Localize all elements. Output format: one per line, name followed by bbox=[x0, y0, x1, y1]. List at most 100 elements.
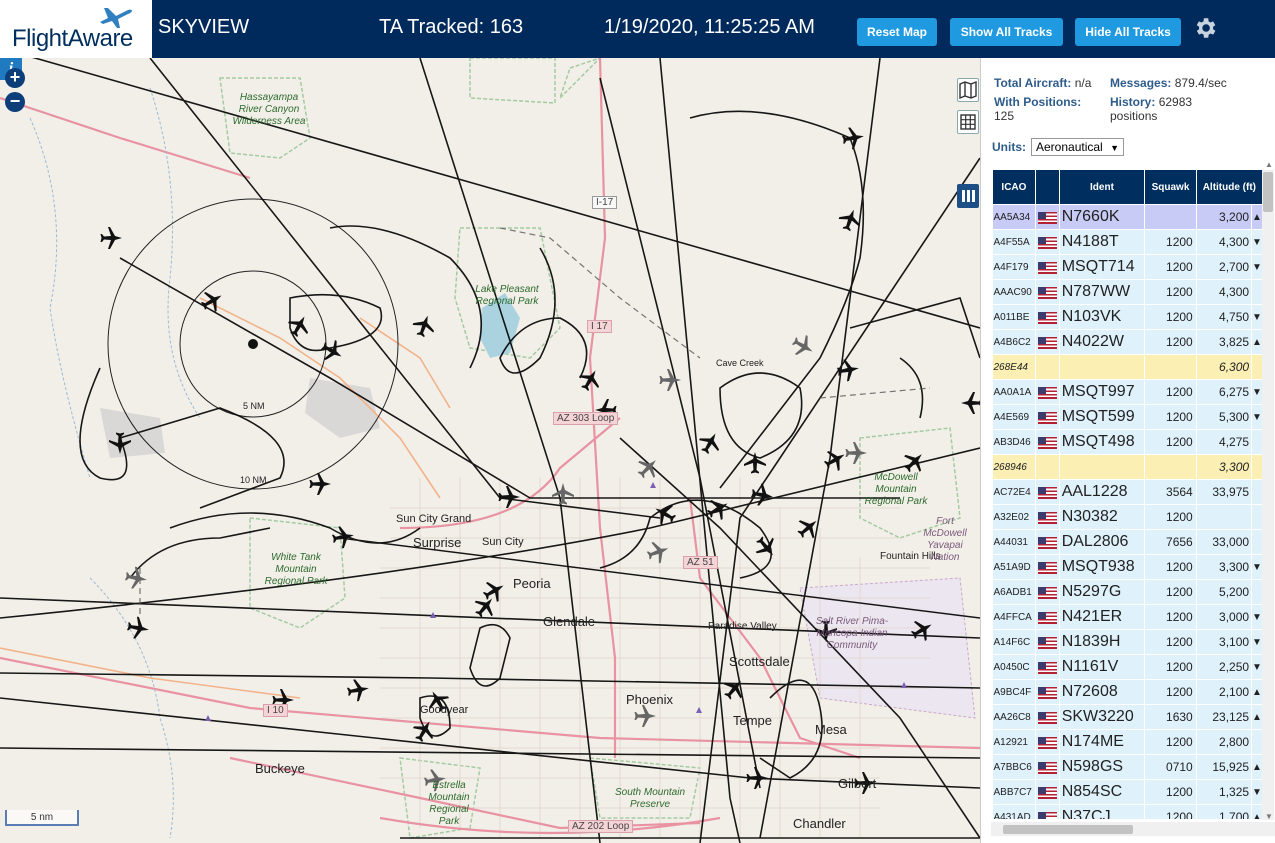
aircraft-row[interactable]: A4F179 MSQT714 1200 2,700 ▼ bbox=[992, 254, 1263, 280]
cell-flag bbox=[1035, 604, 1060, 630]
cell-ident bbox=[1059, 454, 1146, 480]
aircraft-row[interactable]: AA26C8 SKW3220 1630 23,125 ▲ bbox=[992, 704, 1263, 730]
aircraft-table-container[interactable]: ICAO Ident Squawk Altitude (ft) AA5A34 N7… bbox=[992, 169, 1263, 819]
aircraft-row[interactable]: A4FFCA N421ER 1200 3,000 ▼ bbox=[992, 604, 1263, 630]
aircraft-row[interactable]: A44031 DAL2806 7656 33,000 bbox=[992, 529, 1263, 555]
cell-altitude: 3,200 bbox=[1196, 204, 1253, 230]
cell-flag bbox=[1035, 679, 1060, 705]
cell-altitude: 23,125 bbox=[1196, 704, 1253, 730]
aircraft-row[interactable]: A7BBC6 N598GS 0710 15,925 ▲ bbox=[992, 754, 1263, 780]
altitude-trend-icon: ▼ bbox=[1251, 654, 1263, 680]
toggle-sidebar-button[interactable] bbox=[957, 184, 979, 208]
aircraft-row[interactable]: A12921 N174ME 1200 2,800 bbox=[992, 729, 1263, 755]
altitude-trend-icon bbox=[1251, 529, 1263, 555]
cell-ident: N103VK bbox=[1059, 304, 1146, 330]
aircraft-row[interactable]: A32E02 N30382 1200 bbox=[992, 504, 1263, 530]
cell-icao: A9BC4F bbox=[992, 679, 1036, 705]
aircraft-row[interactable]: A14F6C N1839H 1200 3,100 ▼ bbox=[992, 629, 1263, 655]
zoom-out-button[interactable]: − bbox=[5, 92, 25, 112]
aircraft-row[interactable]: 268946 3,300 bbox=[992, 454, 1263, 480]
stat-history-label: History: bbox=[1110, 95, 1156, 109]
altitude-trend-icon bbox=[1251, 479, 1263, 505]
aircraft-row[interactable]: A9BC4F N72608 1200 2,100 ▲ bbox=[992, 679, 1263, 705]
table-horizontal-scroll-thumb[interactable] bbox=[1003, 825, 1133, 834]
aircraft-row[interactable]: A4F55A N4188T 1200 4,300 ▼ bbox=[992, 229, 1263, 255]
cell-ident: N30382 bbox=[1059, 504, 1146, 530]
column-header-altitude[interactable]: Altitude (ft) bbox=[1195, 169, 1263, 205]
table-vertical-scroll-thumb[interactable] bbox=[1263, 172, 1273, 212]
cell-squawk: 3564 bbox=[1144, 479, 1197, 505]
map-area[interactable]: Surprise Sun City Sun City Grand Peoria … bbox=[0, 58, 980, 843]
aircraft-row[interactable]: A0450C N1161V 1200 2,250 ▼ bbox=[992, 654, 1263, 680]
cell-ident: N7660K bbox=[1059, 204, 1146, 230]
us-flag-icon bbox=[1037, 786, 1057, 799]
cell-squawk bbox=[1144, 204, 1197, 230]
cell-flag bbox=[1035, 629, 1060, 655]
place-scottsdale: Scottsdale bbox=[729, 654, 790, 669]
skyview-app: FlightAware SKYVIEW TA Tracked: 163 1/19… bbox=[0, 0, 1275, 843]
aircraft-row[interactable]: ABB7C7 N854SC 1200 1,325 ▼ bbox=[992, 779, 1263, 805]
cell-ident: N174ME bbox=[1059, 729, 1146, 755]
cell-flag bbox=[1035, 204, 1060, 230]
aircraft-row[interactable]: A4E569 MSQT599 1200 5,300 ▼ bbox=[992, 404, 1263, 430]
map-grid-button[interactable] bbox=[957, 110, 979, 134]
zoom-in-button[interactable]: + bbox=[5, 68, 25, 88]
units-select[interactable]: Aeronautical ▼ bbox=[1031, 138, 1124, 156]
aircraft-row[interactable]: A011BE N103VK 1200 4,750 ▼ bbox=[992, 304, 1263, 330]
cell-flag bbox=[1035, 804, 1060, 819]
park-mcdowell: McDowell Mountain Regional Park bbox=[864, 472, 928, 507]
scroll-up-icon[interactable]: ▲ bbox=[1265, 160, 1273, 169]
altitude-trend-icon bbox=[1251, 504, 1263, 530]
cell-ident: N787WW bbox=[1059, 279, 1146, 305]
show-all-tracks-button[interactable]: Show All Tracks bbox=[950, 18, 1063, 46]
column-header-ident[interactable]: Ident bbox=[1058, 169, 1146, 205]
table-vertical-scrollbar[interactable] bbox=[1262, 170, 1274, 820]
scroll-down-icon[interactable]: ▼ bbox=[1265, 812, 1273, 821]
aircraft-row[interactable]: AB3D46 MSQT498 1200 4,275 bbox=[992, 429, 1263, 455]
us-flag-icon bbox=[1037, 636, 1057, 649]
altitude-trend-icon: ▼ bbox=[1251, 254, 1263, 280]
cell-flag bbox=[1035, 654, 1060, 680]
stat-with-pos-label: With Positions: bbox=[994, 95, 1082, 109]
gear-icon[interactable] bbox=[1192, 15, 1218, 41]
altitude-trend-icon: ▼ bbox=[1251, 779, 1263, 805]
us-flag-icon bbox=[1037, 436, 1057, 449]
cell-icao: AC72E4 bbox=[992, 479, 1036, 505]
park-hassayampa: Hassayampa River Canyon Wilderness Area bbox=[232, 92, 306, 127]
cell-ident: DAL2806 bbox=[1059, 529, 1146, 555]
cell-altitude: 6,275 bbox=[1196, 379, 1253, 405]
cell-ident: N5297G bbox=[1059, 579, 1146, 605]
place-cave-creek: Cave Creek bbox=[716, 358, 764, 368]
column-header-flag[interactable] bbox=[1034, 169, 1060, 205]
aircraft-row[interactable]: AC72E4 AAL1228 3564 33,975 bbox=[992, 479, 1263, 505]
aircraft-row[interactable]: AAAC90 N787WW 1200 4,300 bbox=[992, 279, 1263, 305]
column-header-squawk[interactable]: Squawk bbox=[1144, 169, 1197, 205]
cell-ident: N1161V bbox=[1059, 654, 1146, 680]
ring-label-10nm: 10 NM bbox=[240, 475, 267, 485]
hide-all-tracks-button[interactable]: Hide All Tracks bbox=[1075, 18, 1181, 46]
flightaware-logo[interactable]: FlightAware bbox=[0, 0, 152, 58]
altitude-trend-icon bbox=[1251, 279, 1263, 305]
cell-altitude bbox=[1196, 504, 1253, 530]
cell-ident: N4022W bbox=[1059, 329, 1146, 355]
aircraft-row[interactable]: A51A9D MSQT938 1200 3,300 ▼ bbox=[992, 554, 1263, 580]
cell-ident: MSQT714 bbox=[1059, 254, 1146, 280]
aircraft-row[interactable]: A431AD N37CJ 1200 1,700 ▲ bbox=[992, 804, 1263, 819]
aircraft-row[interactable]: A4B6C2 N4022W 1200 3,825 ▲ bbox=[992, 329, 1263, 355]
column-header-icao[interactable]: ICAO bbox=[992, 169, 1036, 205]
aircraft-row[interactable]: A6ADB1 N5297G 1200 5,200 bbox=[992, 579, 1263, 605]
cell-altitude: 2,700 bbox=[1196, 254, 1253, 280]
aircraft-row[interactable]: AA5A34 N7660K 3,200 ▲ bbox=[992, 204, 1263, 230]
map-layers-button[interactable] bbox=[957, 78, 979, 102]
reset-map-button[interactable]: Reset Map bbox=[857, 18, 937, 46]
cell-squawk: 1200 bbox=[1144, 429, 1197, 455]
cell-altitude: 4,275 bbox=[1196, 429, 1253, 455]
aircraft-row[interactable]: 268E44 6,300 bbox=[992, 354, 1263, 380]
cell-squawk: 1200 bbox=[1144, 804, 1197, 819]
park-fort-mcdowell: Fort McDowell Yavapai Nation bbox=[923, 516, 967, 563]
stat-with-pos-value: 125 bbox=[994, 109, 1015, 123]
cell-ident: MSQT938 bbox=[1059, 554, 1146, 580]
aircraft-row[interactable]: AA0A1A MSQT997 1200 6,275 ▼ bbox=[992, 379, 1263, 405]
cell-icao: A14F6C bbox=[992, 629, 1036, 655]
park-estrella: Estrella Mountain Regional Park bbox=[428, 780, 470, 827]
